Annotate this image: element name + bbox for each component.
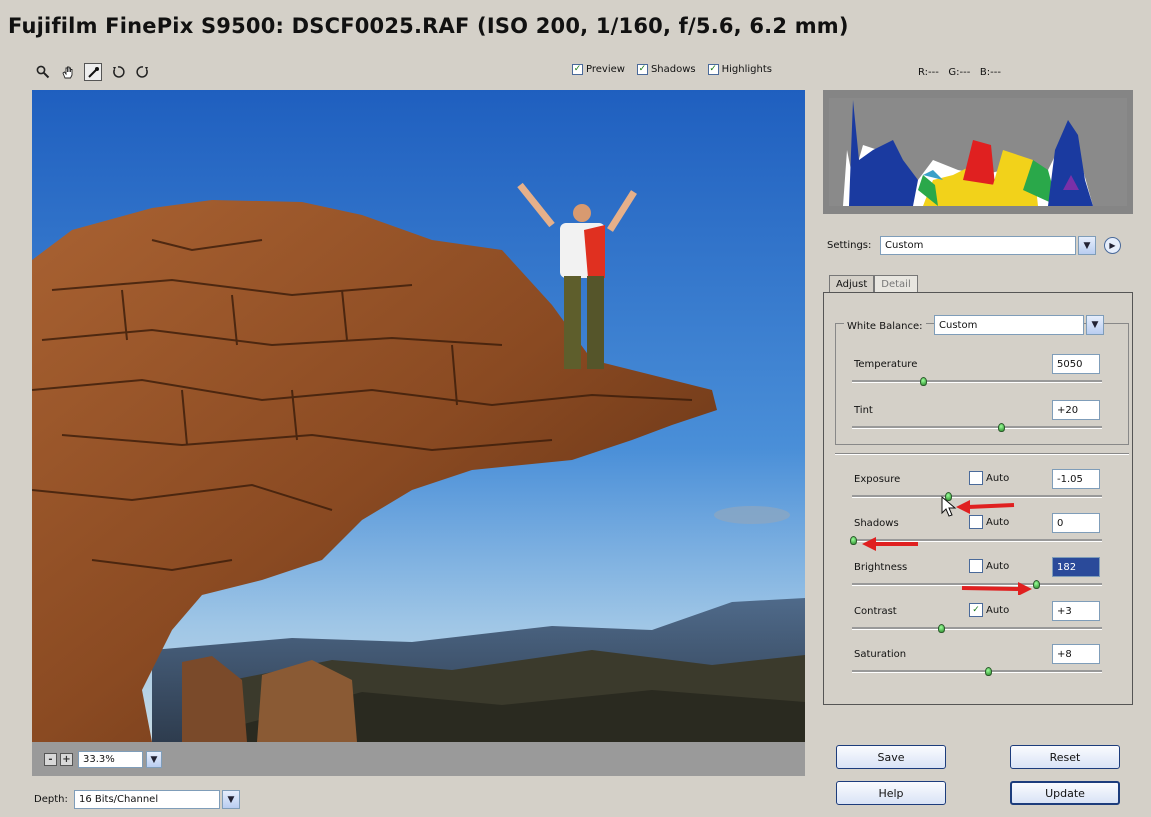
- contrast-row: Contrast ✓ Auto +3: [824, 600, 1132, 640]
- tab-adjust[interactable]: Adjust: [829, 275, 875, 292]
- tab-detail[interactable]: Detail: [874, 275, 918, 292]
- g-label: G:: [948, 67, 960, 78]
- checkbox-icon: ✓: [969, 603, 983, 617]
- tint-slider-track[interactable]: [852, 426, 1102, 429]
- tint-row: Tint +20: [824, 399, 1132, 439]
- temperature-row: Temperature 5050: [824, 353, 1132, 393]
- b-value: ---: [990, 67, 1001, 78]
- chevron-down-icon[interactable]: ▼: [146, 751, 162, 768]
- temperature-label: Temperature: [854, 359, 918, 370]
- brightness-value-field[interactable]: 182: [1052, 557, 1100, 577]
- brightness-auto-checkbox[interactable]: Auto: [969, 559, 1009, 573]
- temperature-slider-track[interactable]: [852, 380, 1102, 383]
- contrast-slider-thumb[interactable]: [938, 624, 945, 633]
- contrast-label: Contrast: [854, 606, 897, 617]
- histogram-graph: [829, 98, 1127, 206]
- zoom-out-button[interactable]: -: [44, 753, 57, 766]
- checkbox-icon: [969, 559, 983, 573]
- shadows-checkbox-label: Shadows: [650, 64, 696, 75]
- photo-landscape: [32, 90, 805, 742]
- white-balance-label: White Balance:: [844, 321, 926, 332]
- chevron-down-icon[interactable]: ▼: [222, 790, 240, 809]
- chevron-down-icon[interactable]: ▼: [1078, 236, 1096, 255]
- reset-button[interactable]: Reset: [1010, 745, 1120, 769]
- tab-strip: Adjust Detail: [829, 275, 918, 292]
- tint-label: Tint: [854, 405, 873, 416]
- help-button[interactable]: Help: [836, 781, 946, 805]
- exposure-auto-checkbox[interactable]: Auto: [969, 471, 1009, 485]
- shadows-checkbox[interactable]: ✓ Shadows: [636, 64, 696, 75]
- contrast-auto-label: Auto: [986, 604, 1010, 616]
- saturation-value-field[interactable]: +8: [1052, 644, 1100, 664]
- zoom-icon[interactable]: [34, 63, 52, 81]
- zoom-level-field[interactable]: 33.3%: [78, 751, 143, 768]
- temperature-slider-thumb[interactable]: [920, 377, 927, 386]
- histogram: [823, 90, 1133, 214]
- preview-checkbox-label: Preview: [586, 64, 625, 75]
- image-preview[interactable]: [32, 90, 805, 742]
- zoom-in-button[interactable]: +: [60, 753, 73, 766]
- exposure-value-field[interactable]: -1.05: [1052, 469, 1100, 489]
- saturation-row: Saturation +8: [824, 643, 1132, 683]
- depth-label: Depth:: [34, 794, 68, 805]
- update-button[interactable]: Update: [1010, 781, 1120, 805]
- depth-select[interactable]: 16 Bits/Channel: [74, 790, 220, 809]
- mouse-cursor-icon: [941, 495, 957, 521]
- checkbox-icon: [969, 471, 983, 485]
- tool-palette: [34, 63, 152, 81]
- preview-checkbox[interactable]: ✓ Preview: [572, 64, 625, 75]
- check-icon: ✓: [707, 64, 719, 75]
- exposure-slider-track[interactable]: [852, 495, 1102, 498]
- settings-label: Settings:: [827, 240, 872, 251]
- save-button[interactable]: Save: [836, 745, 946, 769]
- brightness-auto-label: Auto: [986, 560, 1010, 572]
- exposure-auto-label: Auto: [986, 472, 1010, 484]
- contrast-auto-checkbox[interactable]: ✓ Auto: [969, 603, 1009, 617]
- brightness-label: Brightness: [854, 562, 908, 573]
- saturation-slider-track[interactable]: [852, 670, 1102, 673]
- highlights-checkbox-label: Highlights: [721, 64, 772, 75]
- exposure-label: Exposure: [854, 474, 901, 485]
- shadows-slider-thumb[interactable]: [850, 536, 857, 545]
- brightness-slider-thumb[interactable]: [1033, 580, 1040, 589]
- b-label: B:: [979, 67, 991, 78]
- tint-value-field[interactable]: +20: [1052, 400, 1100, 420]
- checkbox-icon: [969, 515, 983, 529]
- eyedropper-icon[interactable]: [84, 63, 102, 81]
- zoom-bar: - + 33.3% ▼: [32, 742, 805, 776]
- shadows-auto-checkbox[interactable]: Auto: [969, 515, 1009, 529]
- r-value: ---: [928, 67, 939, 78]
- check-icon: ✓: [636, 64, 648, 75]
- rgb-readout: R:--- G:--- B:---: [918, 67, 1001, 78]
- chevron-down-icon[interactable]: ▼: [1086, 315, 1104, 335]
- tint-slider-thumb[interactable]: [998, 423, 1005, 432]
- hand-icon[interactable]: [59, 63, 77, 81]
- contrast-value-field[interactable]: +3: [1052, 601, 1100, 621]
- preview-options: ✓ Preview ✓ Shadows ✓ Highlights: [572, 64, 772, 75]
- saturation-slider-thumb[interactable]: [985, 667, 992, 676]
- rotate-right-icon[interactable]: [134, 63, 152, 81]
- check-icon: ✓: [572, 64, 583, 75]
- settings-select[interactable]: Custom: [880, 236, 1076, 255]
- shadows-label: Shadows: [854, 518, 899, 529]
- white-balance-select[interactable]: Custom: [934, 315, 1084, 335]
- contrast-slider-track[interactable]: [852, 627, 1102, 630]
- saturation-label: Saturation: [854, 649, 907, 660]
- annotation-arrow-brightness: [960, 581, 1032, 598]
- annotation-arrow-exposure: [956, 500, 1016, 517]
- highlights-checkbox[interactable]: ✓ Highlights: [707, 64, 772, 75]
- g-value: ---: [959, 67, 971, 78]
- window-title: Fujifilm FinePix S9500: DSCF0025.RAF (IS…: [8, 14, 849, 38]
- rotate-left-icon[interactable]: [109, 63, 127, 81]
- r-label: R:: [918, 67, 929, 78]
- shadows-value-field[interactable]: 0: [1052, 513, 1100, 533]
- settings-menu-icon[interactable]: ▶: [1104, 237, 1121, 254]
- annotation-arrow-shadows: [862, 537, 920, 554]
- adjust-panel: White Balance: Custom ▼ Temperature 5050 T…: [823, 292, 1133, 705]
- group-divider: [835, 453, 1129, 455]
- temperature-value-field[interactable]: 5050: [1052, 354, 1100, 374]
- shadows-auto-label: Auto: [986, 516, 1010, 528]
